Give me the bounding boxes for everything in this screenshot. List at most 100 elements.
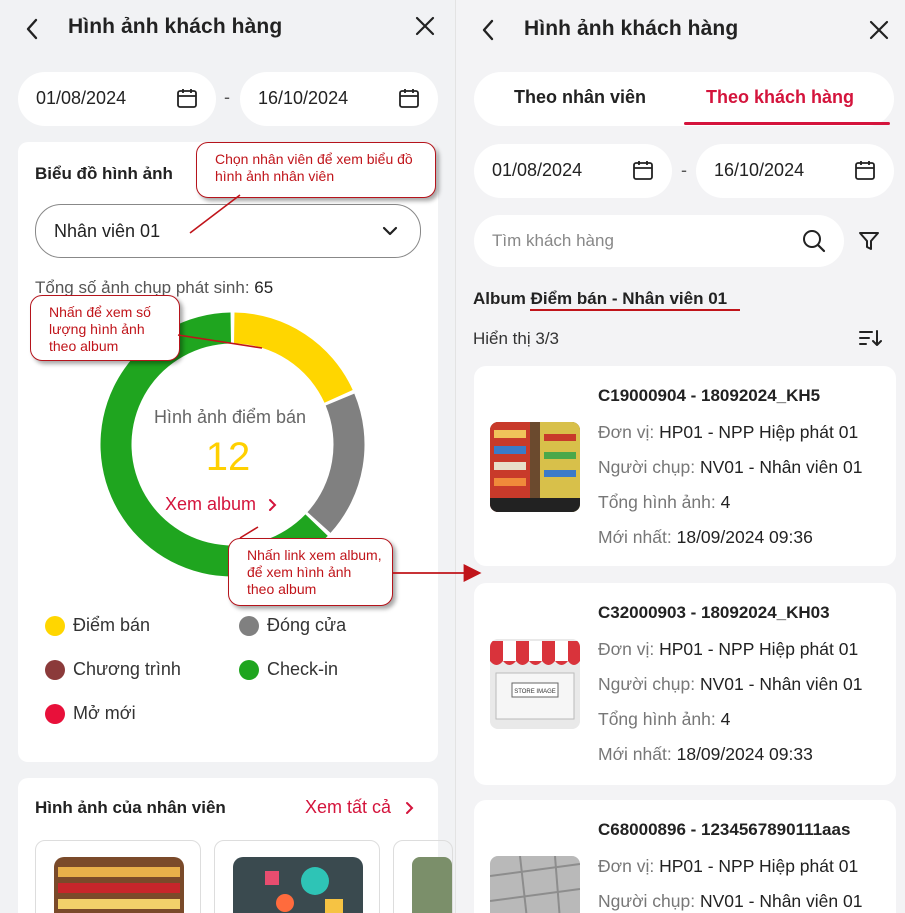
legend-dot-yellow: [45, 615, 65, 636]
customer-code: C32000903 - 18092024_KH03: [598, 603, 830, 622]
callout-select-employee: Chọn nhân viên để xem biểu đồ hình ảnh n…: [196, 142, 436, 198]
employee-select[interactable]: Nhân viên 01: [35, 204, 421, 258]
shooter-label: Người chụp:: [598, 457, 696, 477]
callout-chart-tap: Nhấn để xem số lượng hình ảnh theo album: [30, 295, 180, 361]
partial-image: [412, 857, 452, 913]
album-title: Album Điểm bán - Nhân viên 01: [473, 289, 728, 308]
calendar-icon: [177, 89, 197, 108]
close-icon[interactable]: [413, 14, 437, 38]
date-to-value: 16/10/2024: [714, 160, 805, 180]
employee-images-card: Hình ảnh của nhân viên Xem tất cả: [18, 778, 453, 913]
latest-row: Mới nhất: 18/09/2024 09:36: [598, 527, 813, 548]
store-front-image: STORE IMAGE: [490, 639, 580, 729]
legend-label: Điểm bán: [73, 615, 151, 635]
legend-dot-green: [239, 659, 259, 680]
unit-label: Đơn vị:: [598, 856, 655, 876]
donut-center-label: Hình ảnh điểm bán: [153, 407, 307, 427]
chevron-down-icon: [382, 226, 398, 236]
latest-value: 18/09/2024 09:33: [676, 744, 813, 764]
active-tab-indicator: [684, 122, 890, 125]
legend-item: Đóng cửa: [239, 615, 346, 636]
latest-value: 18/09/2024 09:36: [676, 527, 813, 547]
unit-row: Đơn vị: HP01 - NPP Hiệp phát 01: [598, 639, 858, 660]
album-list-item[interactable]: C19000904 - 18092024_KH5 Đơn vị: HP01 - …: [474, 366, 896, 566]
date-to-field[interactable]: 16/10/2024: [240, 72, 438, 126]
latest-label: Mới nhất:: [598, 744, 672, 764]
shooter-label: Người chụp:: [598, 891, 696, 911]
employee-images-screen: Hình ảnh khách hàng 01/08/2024 - 16/10/2…: [0, 0, 455, 913]
donut-slice-1[interactable]: [234, 312, 353, 403]
legend-item: Điểm bán: [45, 615, 150, 636]
total-images-value: 4: [720, 492, 731, 512]
legend-label: Đóng cửa: [267, 615, 347, 635]
total-images-row: Tổng hình ảnh: 4: [598, 492, 730, 513]
legend-item: Mở mới: [45, 703, 136, 724]
page-title: Hình ảnh khách hàng: [68, 15, 283, 38]
legend-dot-gray: [239, 615, 259, 636]
legend-dot-brown: [45, 659, 65, 680]
shooter-row: Người chụp: NV01 - Nhân viên 01: [598, 891, 862, 912]
shooter-value: NV01 - Nhân viên 01: [700, 674, 863, 694]
employee-image-tile[interactable]: [214, 840, 380, 913]
latest-row: Mới nhất: 18/09/2024 09:33: [598, 744, 813, 765]
album-title-underline: [530, 309, 740, 311]
unit-value: HP01 - NPP Hiệp phát 01: [659, 856, 859, 876]
customer-code: C19000904 - 18092024_KH5: [598, 386, 821, 405]
header: Hình ảnh khách hàng: [0, 0, 455, 58]
shooter-label: Người chụp:: [598, 674, 696, 694]
unit-label: Đơn vị:: [598, 422, 655, 442]
legend-item: Chương trình: [45, 659, 181, 680]
date-separator: -: [224, 87, 230, 107]
see-all-link[interactable]: Xem tất cả: [305, 797, 414, 818]
customer-search-field[interactable]: Tìm khách hàng: [474, 215, 844, 267]
album-thumbnail: [490, 856, 580, 913]
showing-count: Hiển thị 3/3: [473, 329, 559, 348]
album-thumbnail: STORE IMAGE: [490, 639, 580, 729]
legend-item: Check-in: [239, 659, 338, 680]
album-list-item[interactable]: STORE IMAGE C32000903 - 18092024_KH03 Đơ…: [474, 583, 896, 785]
search-placeholder: Tìm khách hàng: [492, 231, 614, 250]
legend-label: Mở mới: [73, 703, 136, 723]
chevron-right-icon: [269, 498, 277, 511]
donut-center-value: 12: [205, 435, 251, 479]
image-chart-card: Biểu đồ hình ảnh Nhân viên 01 Tổng số ản…: [18, 142, 438, 762]
date-from-field[interactable]: 01/08/2024: [18, 72, 216, 126]
unit-row: Đơn vị: HP01 - NPP Hiệp phát 01: [598, 856, 858, 877]
see-all-label: Xem tất cả: [304, 797, 391, 817]
tab-by-employee[interactable]: Theo nhân viên: [514, 87, 646, 108]
unit-value: HP01 - NPP Hiệp phát 01: [659, 639, 859, 659]
calendar-icon: [399, 89, 419, 108]
ceiling-image: [490, 856, 580, 913]
date-from-field[interactable]: 01/08/2024: [474, 144, 672, 198]
chevron-left-icon[interactable]: [24, 17, 40, 41]
customer-images-screen: Hình ảnh khách hàng Theo nhân viên Theo …: [455, 0, 905, 913]
shooter-value: NV01 - Nhân viên 01: [700, 457, 863, 477]
employee-select-value: Nhân viên 01: [54, 221, 161, 241]
shooter-row: Người chụp: NV01 - Nhân viên 01: [598, 457, 862, 478]
date-to-value: 16/10/2024: [258, 88, 349, 108]
employee-image-tile[interactable]: [35, 840, 201, 913]
total-images-label: Tổng hình ảnh:: [598, 492, 716, 512]
filter-icon[interactable]: [858, 230, 880, 252]
date-to-field[interactable]: 16/10/2024: [696, 144, 894, 198]
shopping-icons-image: [233, 857, 363, 913]
sort-icon[interactable]: [858, 328, 882, 348]
search-icon[interactable]: [802, 229, 826, 253]
employee-images-title: Hình ảnh của nhân viên: [35, 798, 226, 817]
chevron-left-icon[interactable]: [480, 18, 496, 42]
employee-image-tile[interactable]: [393, 840, 453, 913]
view-tabs: Theo nhân viên Theo khách hàng: [474, 72, 894, 126]
calendar-icon: [855, 161, 875, 180]
chevron-right-icon: [406, 801, 414, 814]
chart-card-title: Biểu đồ hình ảnh: [35, 164, 173, 183]
view-album-link[interactable]: Xem album: [165, 494, 277, 515]
shooter-value: NV01 - Nhân viên 01: [700, 891, 863, 911]
album-list-item[interactable]: C68000896 - 1234567890111aas Đơn vị: HP0…: [474, 800, 896, 913]
unit-row: Đơn vị: HP01 - NPP Hiệp phát 01: [598, 422, 858, 443]
date-from-value: 01/08/2024: [36, 88, 127, 108]
customer-code: C68000896 - 1234567890111aas: [598, 820, 851, 839]
date-from-value: 01/08/2024: [492, 160, 583, 180]
tab-by-customer[interactable]: Theo khách hàng: [706, 87, 854, 108]
legend-label: Chương trình: [73, 659, 181, 679]
close-icon[interactable]: [867, 18, 891, 42]
